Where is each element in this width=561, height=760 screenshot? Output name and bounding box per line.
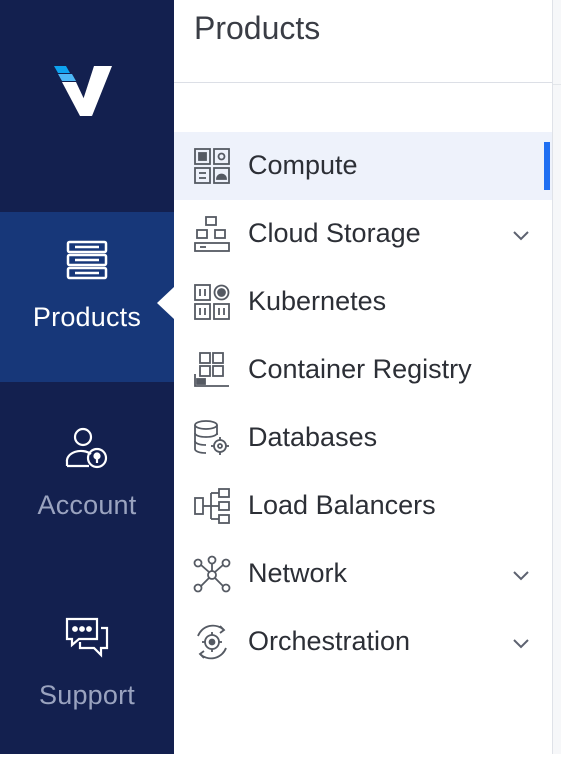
menu-label-databases: Databases	[248, 422, 378, 452]
menu-item-network[interactable]: Network	[174, 540, 552, 608]
container-registry-icon	[194, 352, 229, 387]
active-indicator	[544, 142, 550, 190]
products-menu-panel: Products Compute Cloud Storage Kubernete…	[174, 0, 552, 754]
kubernetes-icon	[194, 284, 230, 320]
menu-item-container-registry[interactable]: Container Registry	[174, 336, 552, 404]
server-stack-icon	[66, 240, 108, 280]
chat-bubbles-icon	[65, 617, 109, 658]
rail-label-support: Support	[39, 680, 135, 710]
rail-label-products: Products	[32, 302, 142, 332]
rail-item-support[interactable]: Support	[0, 590, 174, 760]
primary-nav-rail: Products Account Support	[0, 0, 174, 754]
menu-item-cloud-storage[interactable]: Cloud Storage	[174, 200, 552, 268]
menu-label-compute: Compute	[248, 150, 358, 180]
rail-label-account: Account	[37, 490, 137, 520]
menu-item-compute[interactable]: Compute	[174, 132, 552, 200]
menu-item-orchestration[interactable]: Orchestration	[174, 608, 552, 676]
compute-grid-icon	[194, 148, 230, 184]
menu-label-orchestration: Orchestration	[248, 626, 411, 656]
panel-title: Products	[194, 10, 321, 46]
panel-divider	[174, 82, 552, 83]
content-edge-divider	[553, 84, 561, 85]
rail-item-products[interactable]: Products	[0, 212, 174, 382]
menu-label-cloud-storage: Cloud Storage	[248, 218, 421, 248]
menu-item-load-balancers[interactable]: Load Balancers	[174, 472, 552, 540]
chevron-down-icon[interactable]	[510, 564, 532, 586]
menu-item-kubernetes[interactable]: Kubernetes	[174, 268, 552, 336]
load-balancer-icon	[194, 488, 230, 524]
rail-item-account[interactable]: Account	[0, 400, 174, 570]
orchestration-gear-icon	[197, 624, 227, 660]
menu-label-load-balancers: Load Balancers	[248, 490, 436, 520]
chevron-down-icon[interactable]	[510, 632, 532, 654]
menu-label-network: Network	[248, 558, 348, 588]
database-gear-icon	[194, 420, 229, 455]
chevron-down-icon[interactable]	[510, 224, 532, 246]
menu-label-container-registry: Container Registry	[248, 354, 472, 384]
content-edge	[553, 0, 561, 754]
network-nodes-icon	[193, 555, 231, 593]
menu-item-databases[interactable]: Databases	[174, 404, 552, 472]
user-lock-icon	[65, 427, 108, 469]
cloud-storage-icon	[194, 216, 230, 252]
menu-label-kubernetes: Kubernetes	[248, 286, 387, 316]
vultr-logo-icon[interactable]	[50, 60, 120, 124]
active-rail-pointer	[157, 287, 174, 319]
